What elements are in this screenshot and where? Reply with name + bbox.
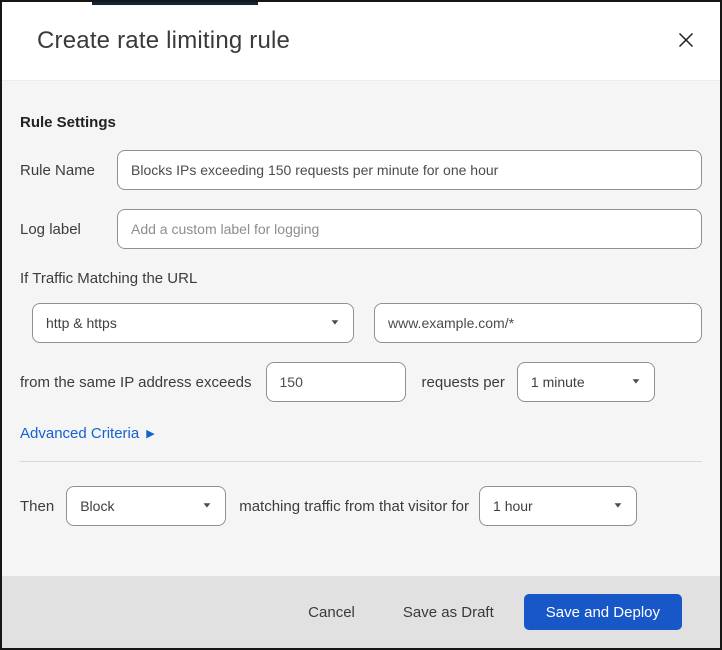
url-pattern-input[interactable] <box>374 303 702 343</box>
cancel-button[interactable]: Cancel <box>306 598 357 627</box>
advanced-criteria-label: Advanced Criteria <box>20 425 140 442</box>
duration-select[interactable]: 1 hour ▼ <box>479 486 638 526</box>
dialog-footer: Cancel Save as Draft Save and Deploy <box>2 576 720 648</box>
threshold-row: from the same IP address exceeds request… <box>20 362 702 402</box>
action-select-value: Block <box>80 498 115 514</box>
rule-name-row: Rule Name <box>20 150 702 190</box>
chevron-down-icon: ▼ <box>630 377 642 386</box>
close-icon <box>676 30 696 53</box>
advanced-criteria-link[interactable]: Advanced Criteria ▶ <box>20 425 155 442</box>
rule-name-input[interactable] <box>117 150 702 190</box>
create-rate-limiting-rule-dialog: Create rate limiting rule Rule Settings … <box>0 0 722 650</box>
threshold-prefix-text: from the same IP address exceeds <box>20 373 252 391</box>
section-divider <box>20 461 702 462</box>
background-artifact-bar <box>92 2 258 5</box>
url-match-row: http & https ▼ <box>32 303 702 343</box>
close-button[interactable] <box>668 22 704 61</box>
rule-name-label: Rule Name <box>20 161 96 179</box>
save-as-draft-button[interactable]: Save as Draft <box>401 598 496 627</box>
chevron-down-icon: ▼ <box>201 501 213 510</box>
threshold-input[interactable] <box>265 362 406 402</box>
expand-right-icon: ▶ <box>146 428 155 440</box>
period-select-value: 1 minute <box>530 374 585 390</box>
log-label-label: Log label <box>20 220 81 238</box>
period-select[interactable]: 1 minute ▼ <box>516 362 655 402</box>
log-label-input[interactable] <box>117 209 702 249</box>
action-middle-text: matching traffic from that visitor for <box>239 497 470 515</box>
chevron-down-icon: ▼ <box>329 318 341 327</box>
duration-select-value: 1 hour <box>493 498 533 514</box>
dialog-body: Rule Settings Rule Name Log label If Tra… <box>2 81 720 576</box>
dialog-header: Create rate limiting rule <box>2 2 720 81</box>
scheme-select-value: http & https <box>46 315 117 331</box>
action-select[interactable]: Block ▼ <box>66 486 227 526</box>
log-label-row: Log label <box>20 209 702 249</box>
chevron-down-icon: ▼ <box>612 501 624 510</box>
rule-settings-heading: Rule Settings <box>20 114 116 131</box>
scheme-select[interactable]: http & https ▼ <box>32 303 354 343</box>
save-and-deploy-button[interactable]: Save and Deploy <box>523 594 682 630</box>
then-label: Then <box>20 497 55 515</box>
action-row: Then Block ▼ matching traffic from that … <box>20 486 702 526</box>
threshold-suffix-text: requests per <box>421 373 505 391</box>
traffic-matching-heading: If Traffic Matching the URL <box>20 270 198 287</box>
dialog-title: Create rate limiting rule <box>37 27 291 54</box>
